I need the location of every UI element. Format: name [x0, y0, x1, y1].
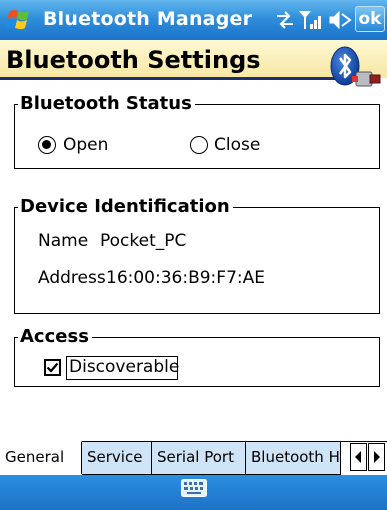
discoverable-label[interactable]: Discoverable: [69, 357, 179, 377]
device-address-value: 16:00:36:B9:F7:AE: [106, 268, 265, 288]
ok-button[interactable]: ok: [355, 6, 385, 32]
bluetooth-status-label: Bluetooth Status: [18, 92, 195, 116]
page-title: Bluetooth Settings: [6, 46, 261, 74]
tab-strip: General Service Serial Port Bluetooth H: [0, 441, 387, 476]
app-title[interactable]: Bluetooth Manager: [43, 8, 252, 30]
status-icons[interactable]: [275, 8, 355, 32]
check-icon: [46, 362, 59, 373]
connectivity-icon: [277, 11, 293, 29]
tab-service-label: Service: [87, 448, 143, 466]
tab-serial-port-label: Serial Port: [157, 448, 234, 466]
device-identification-label: Device Identification: [18, 195, 233, 219]
device-address-label: Address: [38, 268, 106, 288]
tab-bluetooth-h-label: Bluetooth H: [251, 448, 340, 466]
tab-scroll-left-button[interactable]: [350, 443, 367, 471]
discoverable-checkbox[interactable]: [44, 359, 61, 376]
tab-general-label: General: [5, 448, 65, 466]
arrow-left-icon: [355, 451, 361, 463]
title-bar: Bluetooth Manager ok: [0, 0, 387, 40]
close-radio[interactable]: [190, 136, 208, 154]
device-name-label: Name: [38, 231, 89, 251]
tab-service[interactable]: Service: [82, 442, 152, 475]
bluetooth-logo-icon: [330, 46, 381, 87]
close-radio-label[interactable]: Close: [214, 135, 260, 155]
speaker-icon: [329, 10, 352, 30]
tab-bluetooth-h[interactable]: Bluetooth H: [246, 442, 341, 475]
device-identification-group: Device Identification: [14, 195, 380, 314]
tab-scroll-right-button[interactable]: [368, 443, 385, 471]
tab-general[interactable]: General: [0, 441, 82, 474]
signal-strength-icon: [299, 11, 321, 29]
access-label: Access: [18, 325, 92, 349]
open-radio-label[interactable]: Open: [63, 135, 108, 155]
device-name-value: Pocket_PC: [100, 231, 187, 251]
windows-start-icon[interactable]: [6, 7, 32, 33]
arrow-right-icon: [374, 451, 380, 463]
keyboard-icon[interactable]: [181, 479, 207, 497]
open-radio[interactable]: [38, 136, 56, 154]
tab-serial-port[interactable]: Serial Port: [152, 442, 246, 475]
header-divider: [0, 77, 338, 80]
